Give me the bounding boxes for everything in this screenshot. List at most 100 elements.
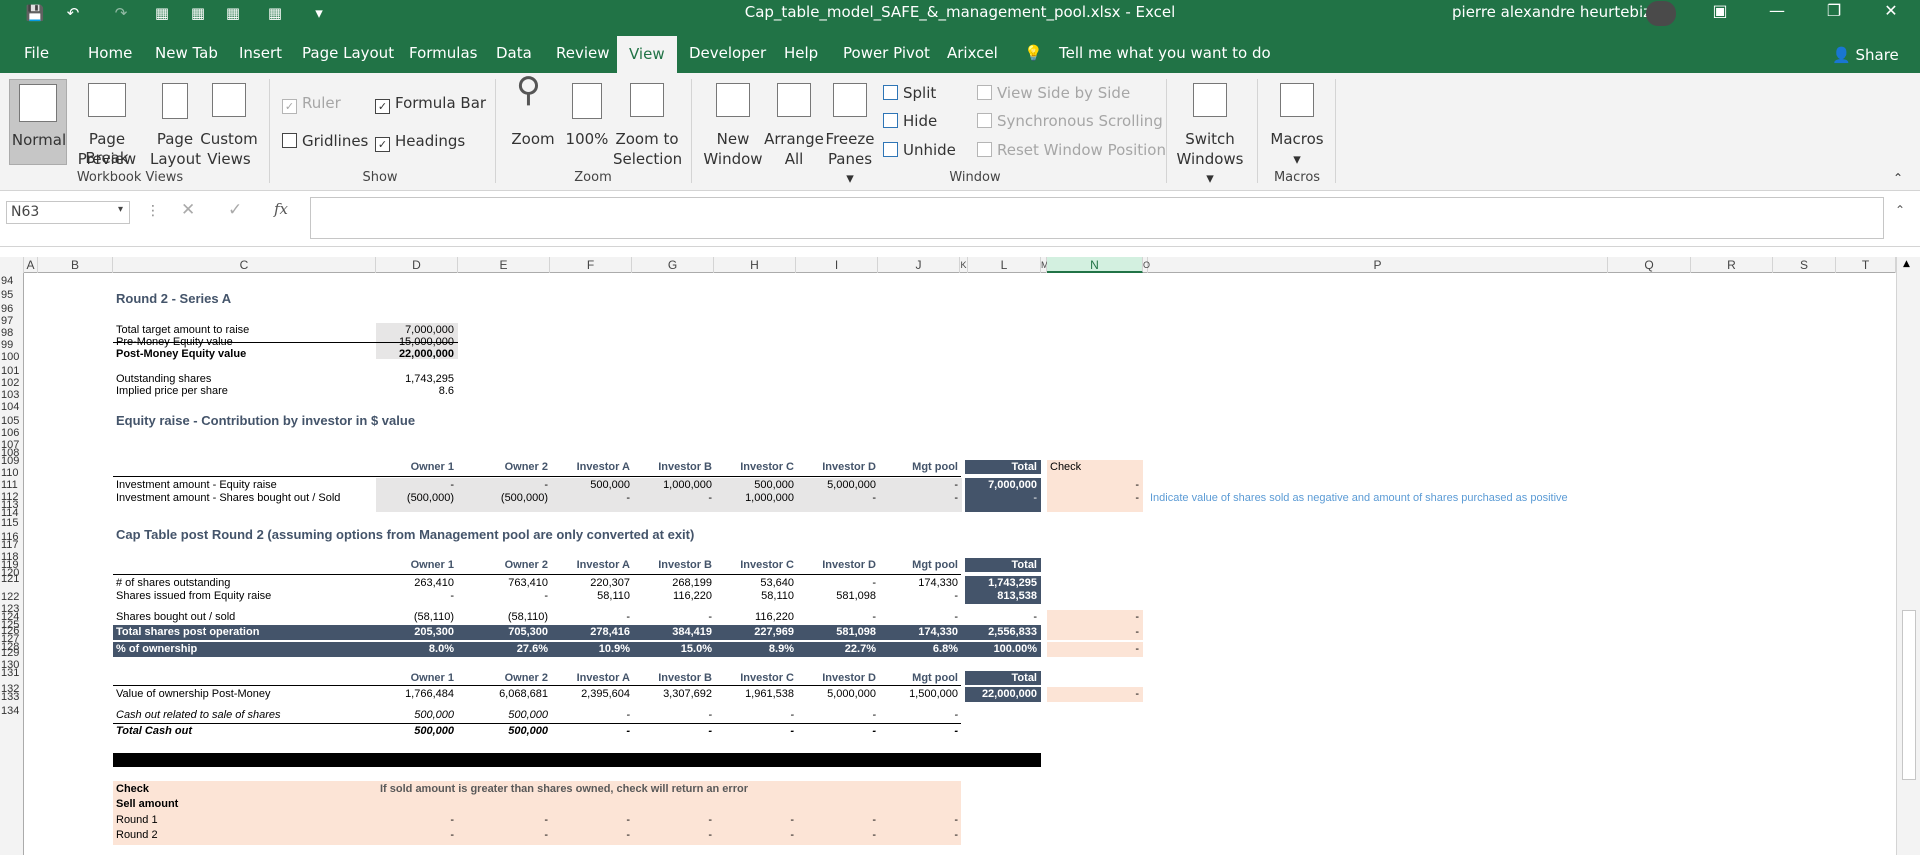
macros-button[interactable]: Macros ▾	[1266, 79, 1328, 168]
row-header[interactable]: 104	[0, 401, 24, 413]
col-header[interactable]: A	[24, 257, 38, 273]
cell[interactable]: 58,110	[550, 590, 630, 602]
cell[interactable]: Investor B	[632, 559, 712, 571]
row-header[interactable]: 99	[0, 339, 24, 351]
cell[interactable]: -	[458, 829, 548, 841]
insert-function-icon[interactable]: fx	[274, 200, 288, 218]
cell[interactable]: Total shares post operation	[116, 626, 259, 638]
row-header[interactable]: 111	[0, 479, 24, 491]
unhide-button[interactable]: Unhide	[883, 141, 956, 159]
new-window-button[interactable]: New Window	[702, 79, 764, 168]
row-header[interactable]: 122	[0, 591, 24, 603]
col-header[interactable]: H	[714, 257, 796, 273]
cell[interactable]: -	[1047, 626, 1139, 638]
cell[interactable]: -	[1047, 492, 1139, 504]
cell[interactable]: 1,743,295	[376, 373, 454, 385]
row-header[interactable]: 115	[0, 517, 24, 529]
tab-view[interactable]: View	[617, 36, 677, 73]
row-header[interactable]: 105	[0, 415, 24, 427]
cell[interactable]: -	[550, 829, 630, 841]
col-header[interactable]: G	[632, 257, 714, 273]
cell[interactable]: 500,000	[550, 479, 630, 491]
col-header[interactable]: D	[376, 257, 458, 273]
cell[interactable]: 278,416	[550, 626, 630, 638]
row-header[interactable]: 134	[0, 705, 24, 717]
col-header[interactable]: Q	[1608, 257, 1691, 273]
cell[interactable]: Mgt pool	[878, 559, 958, 571]
col-header[interactable]: S	[1773, 257, 1836, 273]
lightbulb-icon[interactable]: 💡	[1024, 44, 1043, 62]
row-header[interactable]: 100	[0, 351, 24, 363]
arrange-all-button[interactable]: Arrange All	[764, 79, 824, 168]
tab-page-layout[interactable]: Page Layout	[302, 44, 394, 62]
switch-windows-button[interactable]: Switch Windows ▾	[1172, 79, 1248, 187]
freeze-panes-button[interactable]: Freeze Panes ▾	[824, 79, 876, 187]
cell[interactable]: -	[878, 709, 958, 721]
cell[interactable]: 3,307,692	[632, 688, 712, 700]
cell[interactable]: 15.0%	[632, 643, 712, 655]
row-header[interactable]: 96	[0, 303, 24, 315]
cell[interactable]: 500,000	[458, 709, 548, 721]
cell[interactable]: 2,395,604	[550, 688, 630, 700]
row-header[interactable]: 102	[0, 377, 24, 389]
cell[interactable]: -	[550, 709, 630, 721]
reset-window-button[interactable]: Reset Window Position	[977, 141, 1166, 159]
cell[interactable]: (500,000)	[376, 492, 454, 504]
cell[interactable]: -	[796, 709, 876, 721]
cell[interactable]: -	[714, 814, 794, 826]
col-header[interactable]: L	[968, 257, 1041, 273]
gridlines-checkbox[interactable]: Gridlines	[282, 132, 368, 150]
cell[interactable]: -	[796, 829, 876, 841]
cell[interactable]: Investor A	[550, 672, 630, 684]
cell[interactable]: -	[376, 814, 454, 826]
cell[interactable]: 53,640	[714, 577, 794, 589]
tab-new-tab[interactable]: New Tab	[155, 44, 218, 62]
cell[interactable]: -	[878, 814, 958, 826]
scroll-up-icon[interactable]: ▲	[1903, 259, 1910, 269]
cell[interactable]: -	[632, 611, 712, 623]
cell[interactable]: -	[376, 590, 454, 602]
col-header[interactable]: B	[38, 257, 113, 273]
col-header[interactable]: I	[796, 257, 878, 273]
cell[interactable]: Investor C	[714, 461, 794, 473]
cell[interactable]: Investor D	[796, 672, 876, 684]
cell[interactable]: Mgt pool	[878, 461, 958, 473]
tab-review[interactable]: Review	[556, 44, 610, 62]
row-header[interactable]: 97	[0, 315, 24, 327]
tab-arixcel[interactable]: Arixcel	[947, 44, 998, 62]
cell[interactable]: 22.7%	[796, 643, 876, 655]
cell[interactable]: (500,000)	[458, 492, 548, 504]
cell[interactable]: Check	[1050, 461, 1081, 473]
zoom-100-button[interactable]: 100%	[563, 79, 611, 165]
collapse-ribbon-icon[interactable]: ⌃	[1893, 171, 1903, 185]
cell[interactable]: -	[550, 492, 630, 504]
normal-view-button[interactable]: Normal	[9, 79, 67, 165]
cell[interactable]: Investor D	[796, 461, 876, 473]
row-header[interactable]: 106	[0, 427, 24, 439]
col-header[interactable]: E	[458, 257, 550, 273]
cell[interactable]: -	[965, 611, 1037, 623]
cell[interactable]: -	[632, 492, 712, 504]
cell[interactable]: If sold amount is greater than shares ow…	[380, 783, 748, 795]
cell[interactable]: Investor A	[550, 461, 630, 473]
tab-insert[interactable]: Insert	[239, 44, 282, 62]
cell[interactable]: -	[796, 611, 876, 623]
ruler-checkbox[interactable]: ✓ Ruler	[282, 94, 341, 114]
cell[interactable]: Total	[965, 672, 1037, 684]
cell[interactable]: -	[878, 725, 958, 737]
cell[interactable]: Investor C	[714, 672, 794, 684]
cell[interactable]: 5,000,000	[796, 688, 876, 700]
cell[interactable]: Owner 2	[458, 559, 548, 571]
cell[interactable]: -	[1047, 643, 1139, 655]
cell[interactable]: 58,110	[714, 590, 794, 602]
cell[interactable]: -	[376, 829, 454, 841]
cell[interactable]: 500,000	[376, 725, 454, 737]
cell[interactable]: -	[965, 492, 1037, 504]
row-header[interactable]: 117	[0, 539, 24, 551]
cell[interactable]: 6,068,681	[458, 688, 548, 700]
cell[interactable]: Investor D	[796, 559, 876, 571]
cell[interactable]: 22,000,000	[965, 688, 1037, 700]
cell[interactable]: 705,300	[458, 626, 548, 638]
expand-formula-icon[interactable]: ⌃	[1895, 203, 1905, 217]
row-header[interactable]: 121	[0, 573, 24, 585]
